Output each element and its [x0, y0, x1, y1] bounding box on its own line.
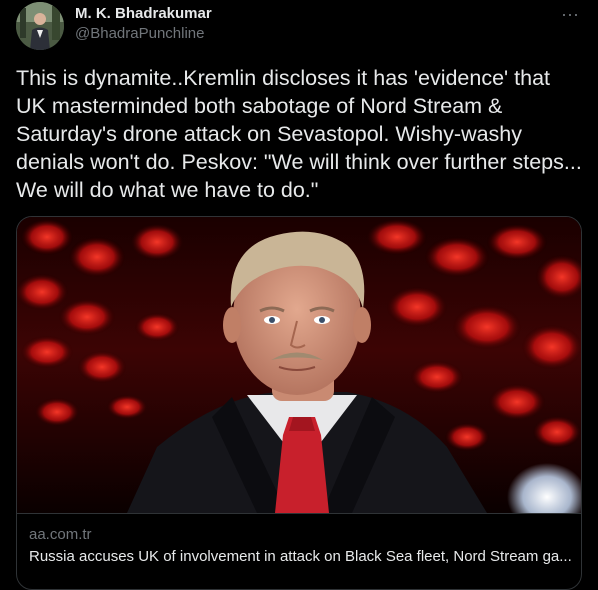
- card-image: [17, 217, 581, 513]
- tweet: M. K. Bhadrakumar @BhadraPunchline ··· T…: [0, 0, 598, 590]
- author-handle[interactable]: @BhadraPunchline: [75, 24, 212, 44]
- author-block: M. K. Bhadrakumar @BhadraPunchline: [75, 4, 212, 44]
- author-display-name[interactable]: M. K. Bhadrakumar: [75, 4, 212, 24]
- avatar[interactable]: [16, 2, 64, 50]
- avatar-image: [16, 2, 64, 50]
- tweet-text: This is dynamite..Kremlin discloses it h…: [16, 66, 588, 202]
- card-meta: aa.com.tr Russia accuses UK of involveme…: [17, 513, 581, 589]
- card-title[interactable]: Russia accuses UK of involvement in atta…: [29, 547, 574, 567]
- more-options-icon[interactable]: ···: [558, 2, 582, 26]
- link-card[interactable]: aa.com.tr Russia accuses UK of involveme…: [16, 216, 582, 590]
- card-domain: aa.com.tr: [29, 526, 92, 543]
- card-photo: [17, 217, 581, 513]
